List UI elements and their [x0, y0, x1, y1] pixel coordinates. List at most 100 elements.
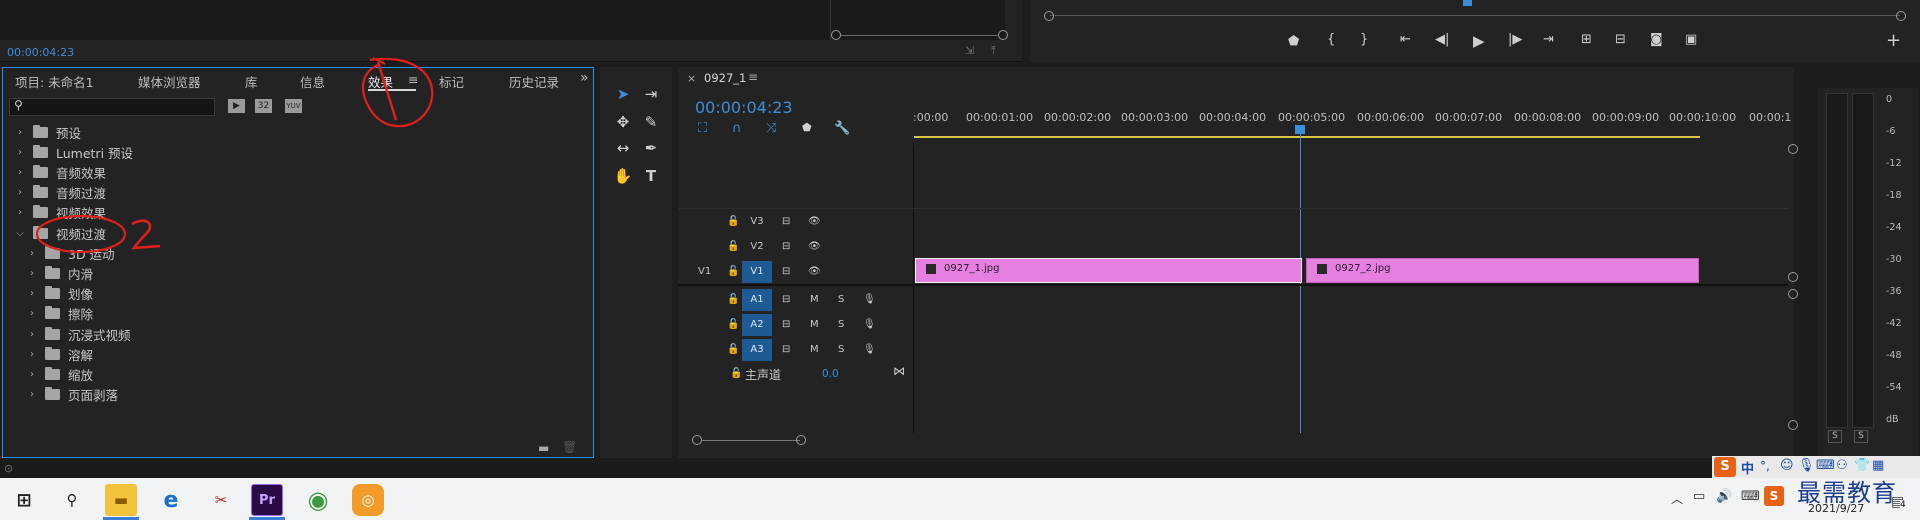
chevron-right-icon[interactable]: ›	[13, 207, 27, 218]
chevron-right-icon[interactable]: ›	[25, 308, 39, 319]
type-tool-icon[interactable]: T	[640, 165, 662, 187]
export-frame-icon[interactable]: ⤒	[991, 44, 996, 58]
chevron-right-icon[interactable]: ›	[25, 288, 39, 299]
track-target-a2[interactable]: A2	[742, 314, 772, 336]
effects-tree-item[interactable]: › 页面剥落	[3, 385, 593, 405]
new-bin-icon[interactable]: ▬	[538, 441, 549, 455]
ripple-edit-tool-icon[interactable]: ✥	[612, 111, 634, 133]
tab-info[interactable]: 信息	[300, 72, 325, 91]
premiere-pro-icon[interactable]: Pr	[251, 484, 283, 516]
v-scroll-audio-top[interactable]	[1788, 289, 1798, 299]
sync-lock-icon[interactable]: ⊟	[782, 319, 790, 330]
skin-icon[interactable]: 👕	[1854, 458, 1870, 473]
sync-lock-icon[interactable]: ⊟	[782, 216, 790, 227]
user-icon[interactable]: ⚇	[1836, 458, 1848, 473]
camera-icon[interactable]: ◙	[1650, 32, 1663, 47]
mute-button[interactable]: M	[810, 294, 819, 305]
sequence-tab[interactable]: 0927_1	[704, 71, 746, 85]
eye-icon[interactable]: 👁	[808, 241, 821, 252]
eye-icon[interactable]: 👁	[808, 266, 821, 277]
windows-start-icon[interactable]: ⊞	[8, 484, 40, 516]
extract-icon[interactable]: ⊟	[1615, 32, 1626, 47]
master-lock-icon[interactable]: 🔓	[730, 368, 742, 379]
chevron-right-icon[interactable]: ›	[25, 389, 39, 400]
scrub-start-handle[interactable]	[1044, 11, 1054, 21]
tab-project[interactable]: 项目: 未命名1	[15, 72, 94, 91]
linked-selection-icon[interactable]: ⤨	[766, 121, 776, 136]
play-icon[interactable]: ▶	[1473, 32, 1485, 50]
slip-tool-icon[interactable]: ↔	[612, 137, 634, 159]
selection-tool-icon[interactable]: ➤	[612, 83, 634, 105]
yuv-filter-button[interactable]: YUV	[285, 99, 302, 113]
search-taskbar-icon[interactable]: ⚲	[56, 484, 88, 516]
snap-icon[interactable]: ∩	[732, 121, 742, 136]
tab-media-browser[interactable]: 媒体浏览器	[138, 72, 201, 91]
go-to-out-icon[interactable]: ⇥	[1543, 32, 1554, 47]
effects-search-input[interactable]: ⚲	[9, 98, 215, 116]
tab-library[interactable]: 库	[245, 72, 258, 91]
file-explorer-icon[interactable]: ▬	[105, 484, 137, 516]
volume-icon[interactable]: 🔊	[1716, 489, 1732, 504]
master-volume-value[interactable]: 0.0	[822, 368, 839, 380]
chevron-right-icon[interactable]: ›	[25, 349, 39, 360]
solo-left-button[interactable]: S	[1828, 430, 1842, 443]
effects-tree-item[interactable]: › 音频效果	[3, 162, 593, 182]
voice-icon[interactable]: 🎙	[1798, 458, 1815, 473]
track-target-a1[interactable]: A1	[742, 289, 772, 311]
track-target-v2[interactable]: V2	[742, 236, 772, 258]
scroll-handle-left[interactable]	[831, 30, 841, 40]
voice-over-icon[interactable]: 🎙	[863, 294, 876, 305]
chrome-icon[interactable]: ◉	[302, 484, 334, 516]
toolbox-icon[interactable]: ▦	[1872, 458, 1884, 473]
playhead-handle[interactable]	[1295, 125, 1305, 134]
chevron-right-icon[interactable]: ›	[13, 187, 27, 198]
sync-lock-icon[interactable]: ⊟	[782, 294, 790, 305]
voice-over-icon[interactable]: 🎙	[863, 344, 876, 355]
chevron-right-icon[interactable]: ›	[25, 369, 39, 380]
tray-expand-icon[interactable]: ︿	[1671, 490, 1683, 507]
track-target-v1[interactable]: V1	[742, 261, 772, 283]
solo-button[interactable]: S	[838, 319, 844, 330]
effects-tree-item[interactable]: › 划像	[3, 284, 593, 304]
sequence-tab-menu-icon[interactable]: ≡	[748, 70, 758, 84]
track-select-tool-icon[interactable]: ⇥	[640, 83, 662, 105]
mute-button[interactable]: M	[810, 319, 819, 330]
voice-over-icon[interactable]: 🎙	[863, 319, 876, 330]
scroll-handle-right[interactable]	[998, 30, 1008, 40]
track-target-a3[interactable]: A3	[742, 339, 772, 361]
chevron-down-icon[interactable]: ⌵	[13, 228, 27, 239]
v-scroll-bottom[interactable]	[1788, 420, 1798, 430]
lock-icon[interactable]: 🔓	[727, 344, 739, 355]
playhead-scrub-bar[interactable]	[1050, 15, 1900, 16]
source-patch-v1[interactable]: V1	[698, 266, 711, 277]
program-playhead[interactable]	[1463, 0, 1472, 6]
time-ruler[interactable]: :00:00 00:00:01:00 00:00:02:00 00:00:03:00 0…	[913, 105, 1791, 145]
track-target-v3[interactable]: V3	[742, 211, 772, 233]
effects-tree-item[interactable]: › Lumetri 预设	[3, 142, 593, 162]
keyboard-icon[interactable]: ⌨	[1816, 458, 1835, 473]
solo-button[interactable]: S	[838, 294, 844, 305]
go-to-in-icon[interactable]: ⇤	[1400, 32, 1411, 47]
ime-lang-indicator[interactable]: 中	[1741, 458, 1754, 477]
zoom-handle-right[interactable]	[796, 435, 806, 445]
mark-in-icon[interactable]: {	[1327, 32, 1335, 47]
lock-icon[interactable]: 🔓	[727, 319, 739, 330]
effects-tree-item[interactable]: › 内滑	[3, 263, 593, 283]
clip-0927-2[interactable]: 0927_2.jpg	[1306, 258, 1699, 283]
sync-lock-icon[interactable]: ⊟	[782, 344, 790, 355]
tab-history[interactable]: 历史记录	[509, 72, 565, 91]
zoom-handle-left[interactable]	[692, 435, 702, 445]
v-scroll-top[interactable]	[1788, 144, 1798, 154]
hand-tool-icon[interactable]: ✋	[612, 165, 634, 187]
lock-icon[interactable]: 🔓	[727, 216, 739, 227]
tab-markers[interactable]: 标记	[439, 72, 464, 91]
add-marker-icon[interactable]: ⬟	[1288, 34, 1299, 49]
lock-icon[interactable]: 🔓	[727, 266, 739, 277]
master-expand-icon[interactable]: ⋈	[893, 364, 905, 378]
effects-tree-item[interactable]: › 沉浸式视频	[3, 324, 593, 344]
sogou-tray-icon[interactable]: S	[1764, 486, 1784, 506]
pen-tool-icon[interactable]: ✒	[640, 137, 662, 159]
input-method-icon[interactable]: ⌨	[1741, 489, 1760, 504]
eye-icon[interactable]: 👁	[808, 216, 821, 227]
compare-view-icon[interactable]: ▣	[1685, 32, 1697, 47]
